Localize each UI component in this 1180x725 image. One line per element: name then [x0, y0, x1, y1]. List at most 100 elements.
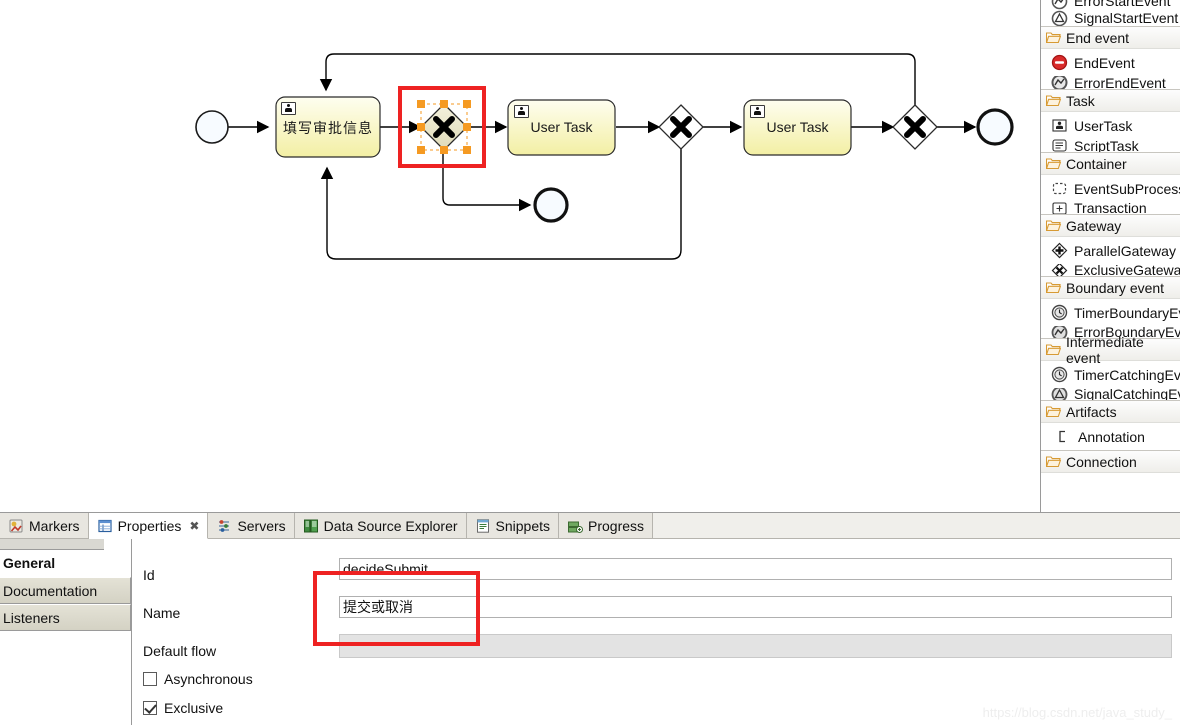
bpmn-palette[interactable]: ErrorStartEvent SignalStartEvent End eve… [1040, 0, 1180, 512]
properties-tab-label: Listeners [3, 609, 60, 626]
progress-icon [567, 518, 583, 534]
signal-catching-event-icon [1051, 388, 1068, 400]
tab-label: Snippets [495, 517, 550, 534]
palette-drawer-header[interactable]: Intermediate event [1041, 334, 1180, 366]
bpmn-diagram-canvas[interactable]: 填写审批信息 User Task User Task [0, 0, 1040, 512]
palette-drawer-title: Connection [1066, 453, 1137, 470]
palette-item-label: ErrorEndEvent [1074, 76, 1166, 89]
palette-item-label: EndEvent [1074, 54, 1135, 71]
palette-item-event-subprocess[interactable]: EventSubProcess [1041, 175, 1180, 202]
palette-drawer-intermediate-event[interactable]: Intermediate event TimerCatchingEvent Si… [1041, 334, 1180, 400]
node-end-event-1[interactable] [976, 108, 1014, 146]
properties-view-body: General Documentation Listeners Id Name [0, 539, 1180, 725]
servers-icon [216, 518, 232, 534]
markers-icon [8, 518, 24, 534]
exclusive-checkbox-row[interactable]: Exclusive [143, 700, 223, 716]
palette-item-script-task[interactable]: ScriptTask [1041, 139, 1180, 152]
palette-drawer-header[interactable]: Artifacts [1041, 400, 1180, 423]
exclusive-checkbox[interactable] [143, 701, 157, 715]
tab-progress[interactable]: Progress [559, 513, 654, 538]
event-subprocess-icon [1051, 180, 1068, 197]
user-task-icon [750, 105, 765, 118]
tab-label: Properties [117, 517, 182, 534]
palette-drawer-connection[interactable]: Connection [1041, 450, 1180, 473]
folder-icon [1045, 343, 1062, 356]
node-start-event[interactable] [195, 110, 229, 144]
close-icon[interactable]: ✖ [189, 519, 199, 533]
tab-snippets[interactable]: Snippets [466, 513, 559, 538]
palette-item-transaction[interactable]: Transaction [1041, 202, 1180, 214]
name-input[interactable] [339, 596, 1172, 618]
exclusive-label: Exclusive [164, 700, 224, 716]
palette-drawer-title: Boundary event [1066, 279, 1165, 296]
asynchronous-checkbox[interactable] [143, 672, 157, 686]
properties-tab-label: Documentation [3, 582, 98, 599]
properties-tab-documentation[interactable]: Documentation [0, 577, 131, 604]
palette-drawer-end-event[interactable]: End event EndEvent ErrorEndEvent [1041, 26, 1180, 89]
tab-label: Servers [237, 517, 286, 534]
palette-item-label: ExclusiveGateway [1074, 264, 1180, 276]
exclusive-gateway-icon [1051, 264, 1068, 276]
palette-drawer-artifacts[interactable]: Artifacts Annotation [1041, 400, 1180, 450]
view-tab-bar[interactable]: Markers Properties ✖ Servers Data Source… [0, 513, 1180, 539]
node-end-event-2[interactable] [533, 187, 569, 223]
palette-drawer-header[interactable]: Boundary event [1041, 276, 1180, 299]
tab-markers[interactable]: Markers [0, 513, 89, 538]
palette-item-error-start-event[interactable]: ErrorStartEvent [1041, 0, 1180, 10]
parallel-gateway-icon [1051, 242, 1068, 259]
id-field-label: Id [143, 567, 155, 583]
palette-item-end-event[interactable]: EndEvent [1041, 49, 1180, 76]
palette-drawer-header[interactable]: Container [1041, 152, 1180, 175]
folder-icon [1045, 31, 1062, 44]
annotation-icon [1055, 428, 1072, 445]
name-field-label: Name [143, 605, 181, 621]
palette-drawer-boundary-event[interactable]: Boundary event TimerBoundaryEvent ErrorB… [1041, 276, 1180, 338]
palette-drawer-header[interactable]: Gateway [1041, 214, 1180, 237]
palette-drawer-gateway[interactable]: Gateway ParallelGateway ExclusiveGateway [1041, 214, 1180, 276]
palette-drawer-title: Intermediate event [1066, 333, 1144, 366]
tab-servers[interactable]: Servers [208, 513, 295, 538]
palette-drawer-title: Task [1066, 92, 1095, 109]
id-input[interactable] [339, 558, 1172, 580]
properties-tab-label: General [3, 555, 56, 571]
error-end-event-icon [1051, 76, 1068, 89]
palette-item-label: EventSubProcess [1074, 180, 1180, 197]
user-task-icon [281, 102, 296, 115]
palette-item-label: UserTask [1074, 117, 1133, 134]
palette-item-annotation[interactable]: Annotation [1041, 423, 1180, 450]
data-source-explorer-icon [303, 518, 319, 534]
properties-tab-listeners[interactable]: Listeners [0, 604, 131, 631]
palette-drawer-header[interactable]: Task [1041, 89, 1180, 112]
palette-drawer-container[interactable]: Container EventSubProcess Transaction [1041, 152, 1180, 214]
default-flow-combo[interactable] [339, 634, 1172, 658]
error-boundary-event-icon [1051, 326, 1068, 338]
bottom-view-stack: Markers Properties ✖ Servers Data Source… [0, 512, 1180, 725]
asynchronous-checkbox-row[interactable]: Asynchronous [143, 671, 253, 687]
folder-icon [1045, 281, 1062, 294]
folder-icon [1045, 157, 1062, 170]
palette-item-error-end-event[interactable]: ErrorEndEvent [1041, 76, 1180, 89]
palette-item-user-task[interactable]: UserTask [1041, 112, 1180, 139]
default-flow-field-label: Default flow [143, 643, 217, 659]
palette-drawer-title: Gateway [1066, 217, 1122, 234]
properties-icon [97, 518, 113, 534]
palette-drawer-header[interactable]: Connection [1041, 450, 1180, 473]
properties-tab-list[interactable]: General Documentation Listeners [0, 539, 132, 725]
palette-item-signal-catching-event[interactable]: SignalCatchingEvent [1041, 388, 1180, 400]
folder-icon [1045, 455, 1062, 468]
palette-item-exclusive-gateway[interactable]: ExclusiveGateway [1041, 264, 1180, 276]
palette-drawer-task[interactable]: Task UserTask ScriptTask [1041, 89, 1180, 152]
asynchronous-label: Asynchronous [164, 671, 253, 687]
tab-properties[interactable]: Properties ✖ [88, 513, 209, 539]
palette-drawer-header[interactable]: End event [1041, 26, 1180, 49]
palette-item-label: TimerBoundaryEvent [1074, 304, 1180, 321]
properties-tab-spacer [0, 539, 104, 550]
properties-tab-general[interactable]: General [0, 550, 131, 577]
palette-item-parallel-gateway[interactable]: ParallelGateway [1041, 237, 1180, 264]
timer-catching-event-icon [1051, 366, 1068, 383]
palette-item-timer-boundary-event[interactable]: TimerBoundaryEvent [1041, 299, 1180, 326]
folder-icon [1045, 405, 1062, 418]
tab-data-source-explorer[interactable]: Data Source Explorer [294, 513, 467, 538]
palette-drawer-title: End event [1066, 29, 1130, 46]
palette-item-signal-start-event[interactable]: SignalStartEvent [1041, 10, 1180, 26]
